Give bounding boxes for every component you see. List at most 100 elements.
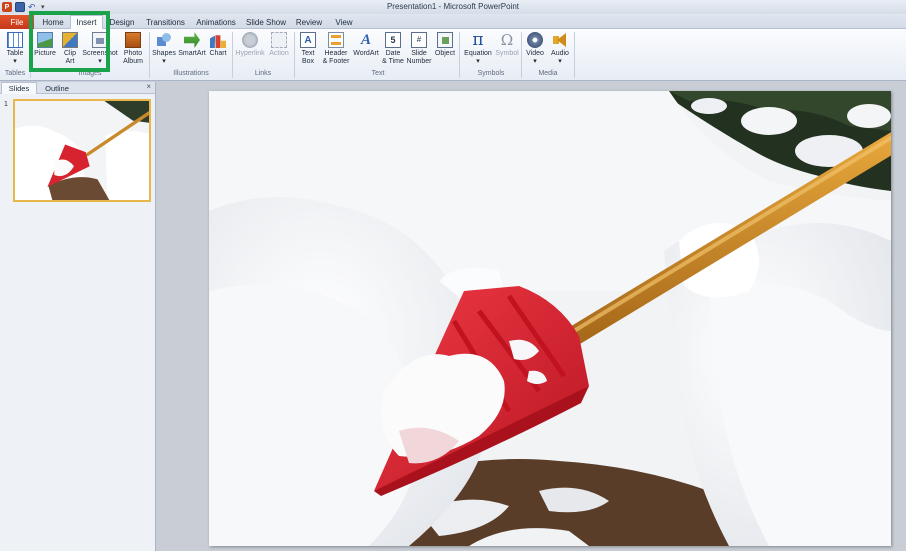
group-separator: [521, 32, 522, 78]
audio-button[interactable]: Audio ▾: [549, 32, 571, 66]
save-icon[interactable]: [15, 2, 25, 12]
audio-icon: [552, 32, 568, 48]
table-label: Table: [6, 50, 24, 57]
group-separator: [232, 32, 233, 78]
photo-album-label: Photo Album: [123, 50, 143, 65]
wordart-label: WordArt: [353, 50, 379, 57]
group-label-media: Media: [538, 70, 558, 77]
customize-toolbar-icon[interactable]: ▾: [41, 3, 45, 11]
header-footer-label: Header & Footer: [322, 50, 350, 65]
tab-file[interactable]: File: [0, 15, 34, 29]
header-footer-button[interactable]: Header & Footer: [321, 32, 351, 66]
object-label: Object: [434, 50, 456, 57]
tab-slides[interactable]: Slides: [1, 82, 37, 94]
table-button[interactable]: Table ▾: [4, 32, 26, 66]
undo-icon[interactable]: ↶: [28, 2, 38, 12]
object-button[interactable]: Object: [433, 32, 457, 58]
smartart-button[interactable]: SmartArt: [177, 32, 207, 58]
clip-art-button[interactable]: Clip Art: [59, 32, 81, 66]
shapes-button[interactable]: Shapes ▾: [151, 32, 177, 66]
dropdown-arrow-icon: ▾: [13, 58, 17, 65]
action-label: Action: [269, 50, 289, 57]
title-bar: P ↶ ▾ Presentation1 - Microsoft PowerPoi…: [0, 0, 906, 14]
clip-art-icon: [62, 32, 78, 48]
powerpoint-logo-icon[interactable]: P: [2, 2, 12, 12]
audio-label: Audio: [551, 50, 569, 57]
chart-label: Chart: [209, 50, 227, 57]
slides-panel: Slides Outline × 1: [0, 82, 156, 551]
picture-button[interactable]: Picture: [33, 32, 57, 58]
group-label-links: Links: [254, 70, 272, 77]
tab-insert[interactable]: Insert: [70, 15, 103, 29]
symbol-icon: Ω: [500, 31, 514, 49]
equation-label: Equation: [464, 50, 492, 57]
screenshot-icon: [92, 32, 108, 48]
tab-slide-show[interactable]: Slide Show: [245, 16, 287, 29]
picture-label: Picture: [34, 50, 56, 57]
chart-icon: [210, 35, 226, 48]
ribbon-tab-row: File Home Insert Design Transitions Anim…: [0, 14, 906, 29]
video-icon: [527, 32, 543, 48]
text-box-button[interactable]: A Text Box: [297, 32, 319, 66]
hyperlink-icon: [242, 32, 258, 48]
slide-thumbnail[interactable]: [13, 99, 151, 202]
clip-art-label: Clip Art: [63, 50, 77, 65]
chart-button[interactable]: Chart: [207, 32, 229, 58]
picture-icon: [37, 32, 53, 48]
group-label-images: Images: [78, 70, 102, 77]
video-label: Video: [526, 50, 544, 57]
photo-album-button[interactable]: Photo Album: [119, 32, 147, 66]
symbol-button[interactable]: Ω Symbol: [494, 32, 520, 58]
shapes-label: Shapes: [152, 50, 176, 57]
group-label-symbols: Symbols: [477, 70, 505, 77]
video-button[interactable]: Video ▾: [524, 32, 546, 66]
action-button[interactable]: Action: [267, 32, 291, 58]
slide-canvas[interactable]: [209, 91, 891, 546]
close-panel-icon[interactable]: ×: [146, 82, 151, 91]
group-label-illustrations: Illustrations: [173, 70, 209, 77]
equation-icon: π: [472, 30, 484, 50]
snow-shovel-photo[interactable]: [209, 91, 891, 546]
text-box-icon: A: [300, 32, 316, 48]
panel-tabs: Slides Outline ×: [0, 82, 155, 94]
hyperlink-button[interactable]: Hyperlink: [234, 32, 266, 58]
slide-number-label: 1: [4, 101, 8, 108]
tab-animations[interactable]: Animations: [193, 16, 239, 29]
dropdown-arrow-icon: ▾: [98, 58, 102, 65]
tab-view[interactable]: View: [331, 16, 357, 29]
date-time-label: Date & Time: [382, 50, 404, 65]
screenshot-label: Screenshot: [82, 50, 118, 57]
tab-transitions[interactable]: Transitions: [143, 16, 188, 29]
group-separator: [149, 32, 150, 78]
group-separator: [574, 32, 575, 78]
wordart-icon: A: [360, 32, 371, 48]
dropdown-arrow-icon: ▾: [162, 58, 166, 65]
tab-design[interactable]: Design: [107, 16, 137, 29]
tab-outline[interactable]: Outline: [39, 82, 75, 94]
tab-home[interactable]: Home: [38, 16, 68, 29]
hyperlink-label: Hyperlink: [235, 50, 265, 57]
symbol-label: Symbol: [495, 50, 519, 57]
group-separator: [30, 32, 31, 78]
ribbon: Table ▾ Tables Picture Clip Art Screensh…: [0, 29, 906, 81]
window-title: Presentation1 - Microsoft PowerPoint: [386, 2, 520, 11]
smartart-label: SmartArt: [178, 50, 206, 57]
snow-shovel-thumbnail-image: [15, 101, 149, 200]
group-separator: [294, 32, 295, 78]
dropdown-arrow-icon: ▾: [558, 58, 562, 65]
quick-access-toolbar: P ↶ ▾: [0, 0, 45, 14]
dropdown-arrow-icon: ▾: [476, 58, 480, 65]
date-time-icon: 5: [385, 32, 401, 48]
date-time-button[interactable]: 5 Date & Time: [381, 32, 405, 66]
group-separator: [459, 32, 460, 78]
slide-editor: [157, 82, 906, 551]
dropdown-arrow-icon: ▾: [533, 58, 537, 65]
screenshot-button[interactable]: Screenshot ▾: [82, 32, 118, 66]
wordart-button[interactable]: A WordArt: [352, 32, 380, 58]
slide-number-button[interactable]: # Slide Number: [405, 32, 433, 66]
header-footer-icon: [328, 32, 344, 48]
slide-number-icon: #: [411, 32, 427, 48]
tab-review[interactable]: Review: [294, 16, 324, 29]
equation-button[interactable]: π Equation ▾: [462, 32, 494, 66]
photo-album-icon: [125, 32, 141, 48]
